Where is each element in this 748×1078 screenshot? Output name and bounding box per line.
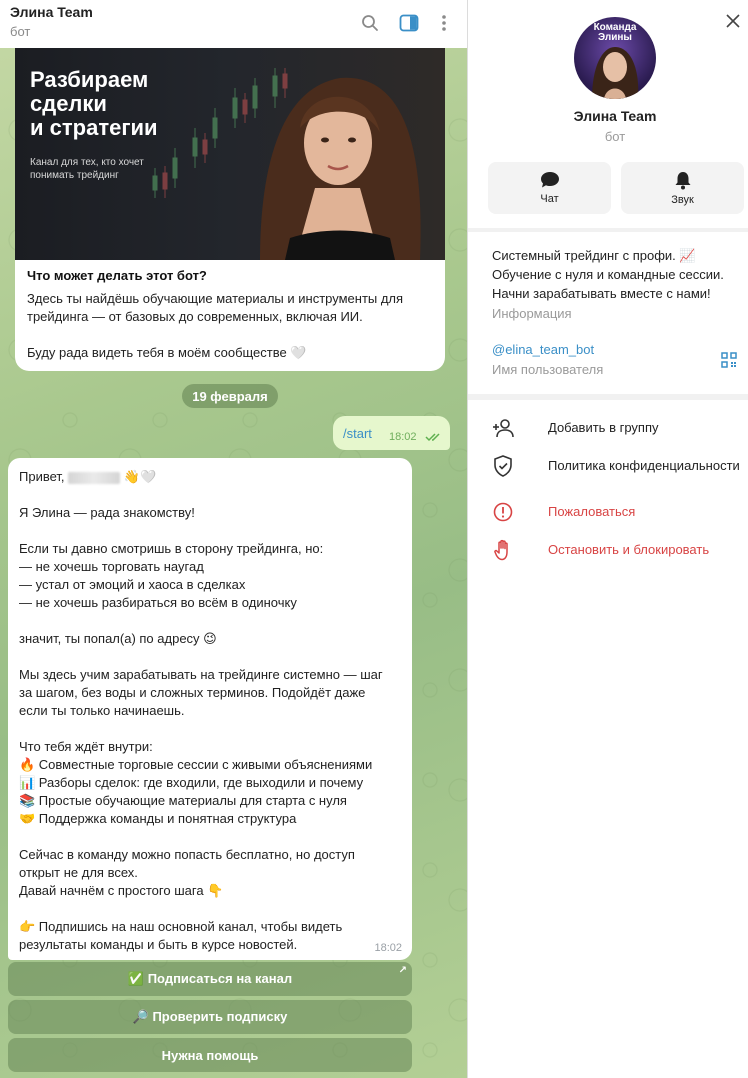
message-line bbox=[19, 720, 404, 738]
profile-menu: Добавить в группу Политика конфиденциаль… bbox=[468, 400, 748, 1078]
sound-button[interactable]: Звук bbox=[621, 162, 744, 214]
need-help-button[interactable]: Нужна помощь bbox=[8, 1038, 412, 1072]
description-label: Информация bbox=[492, 306, 572, 321]
incoming-message-text: Привет, 👋🤍 Я Элина — рада знакомству! Есл… bbox=[19, 468, 404, 954]
intro-hero-image: Разбираем сделки и стратегии Канал для т… bbox=[15, 48, 445, 260]
message-line: 📊 Разборы сделок: где входили, где выход… bbox=[19, 775, 364, 790]
message-time: 18:02 bbox=[389, 431, 417, 443]
privacy-policy-item[interactable]: Политика конфиденциальности bbox=[468, 449, 748, 483]
outgoing-message[interactable]: /start 18:02 bbox=[333, 416, 450, 450]
close-icon[interactable] bbox=[722, 10, 744, 32]
bell-icon bbox=[675, 171, 690, 189]
message-line: 👉 Подпишись на наш основной канал, чтобы… bbox=[19, 919, 343, 934]
more-vertical-icon[interactable] bbox=[431, 10, 457, 36]
message-line: 🤝 Поддержка команды и понятная структура bbox=[19, 811, 297, 826]
stop-and-block-label: Остановить и блокировать bbox=[548, 542, 710, 557]
hidden-username bbox=[68, 471, 121, 484]
message-line bbox=[19, 648, 404, 666]
hero-subtitle: Канал для тех, кто хочет понимать трейди… bbox=[30, 157, 144, 181]
message-line: открыт не для всех. bbox=[19, 865, 138, 880]
message-line: — устал от эмоций и хаоса в сделках bbox=[19, 577, 246, 592]
bot-intro-card: Разбираем сделки и стратегии Канал для т… bbox=[15, 48, 445, 371]
message-line: 🔥 Совместные торговые сессии с живыми об… bbox=[19, 757, 373, 772]
message-line: — не хочешь разбираться во всём в одиноч… bbox=[19, 595, 297, 610]
report-item[interactable]: Пожаловаться bbox=[468, 495, 748, 529]
username-label: Имя пользователя bbox=[492, 362, 604, 377]
message-line: Что тебя ждёт внутри: bbox=[19, 739, 153, 754]
date-separator: 19 февраля bbox=[182, 384, 278, 408]
message-line: 📚 Простые обучающие материалы для старта… bbox=[19, 793, 347, 808]
add-user-icon bbox=[492, 417, 514, 439]
message-line: если ты только начинаешь. bbox=[19, 703, 185, 718]
intro-paragraph: Здесь ты найдёшь обучающие материалы и и… bbox=[27, 291, 404, 324]
double-check-icon bbox=[425, 430, 443, 445]
message-line bbox=[19, 828, 404, 846]
check-subscription-label: 🔎 Проверить подписку bbox=[132, 1009, 288, 1024]
sound-button-label: Звук bbox=[671, 193, 694, 206]
chat-button[interactable]: Чат bbox=[488, 162, 611, 214]
avatar[interactable]: Команда Элины bbox=[574, 17, 656, 99]
profile-header: Команда Элины Элина Team бот Чат Звук bbox=[468, 0, 748, 228]
chat-button-label: Чат bbox=[540, 193, 559, 205]
stop-and-block-item[interactable]: Остановить и блокировать bbox=[468, 533, 748, 567]
privacy-policy-label: Политика конфиденциальности bbox=[548, 458, 740, 473]
bot-description: Системный трейдинг с профи. 📈 Обучение с… bbox=[492, 248, 724, 301]
chat-header[interactable]: Элина Team бот bbox=[0, 0, 467, 48]
message-line: Давай начнём с простого шага 👇 bbox=[19, 883, 224, 898]
shield-check-icon bbox=[492, 455, 514, 477]
message-line: Я Элина — рада знакомству! bbox=[19, 505, 195, 520]
username-link[interactable]: @elina_team_bot bbox=[492, 342, 594, 357]
message-line bbox=[19, 486, 404, 504]
greeting-text: Привет, bbox=[19, 469, 69, 484]
profile-subtitle: бот bbox=[604, 129, 626, 144]
message-line bbox=[19, 612, 404, 630]
message-line: результаты команды и быть в курсе новост… bbox=[19, 937, 298, 952]
message-line bbox=[19, 900, 404, 918]
chat-pane: Элина Team бот Разбираем сделки и страте… bbox=[0, 0, 467, 1078]
check-subscription-button[interactable]: 🔎 Проверить подписку bbox=[8, 1000, 412, 1034]
qr-code-icon[interactable] bbox=[721, 352, 737, 371]
report-label: Пожаловаться bbox=[548, 504, 636, 519]
profile-name: Элина Team bbox=[573, 108, 657, 124]
outgoing-message-text[interactable]: /start bbox=[343, 426, 372, 441]
warning-circle-icon bbox=[492, 501, 514, 523]
intro-paragraph: Буду рада видеть тебя в моём сообществе … bbox=[27, 345, 307, 360]
chat-title[interactable]: Элина Team bbox=[10, 4, 93, 20]
presenter-photo bbox=[260, 77, 421, 260]
avatar-caption: Команда Элины bbox=[593, 22, 637, 43]
chat-bubble-icon bbox=[540, 172, 559, 188]
message-time: 18:02 bbox=[374, 942, 402, 954]
add-to-group-label: Добавить в группу bbox=[548, 420, 659, 435]
message-line bbox=[19, 522, 404, 540]
greeting-emoji: 👋🤍 bbox=[120, 469, 157, 484]
subscribe-channel-label: ✅ Подписаться на канал bbox=[127, 971, 293, 986]
sidebar-toggle-icon[interactable] bbox=[396, 10, 422, 36]
hero-title: Разбираем сделки и стратегии bbox=[30, 67, 158, 140]
add-to-group-item[interactable]: Добавить в группу bbox=[468, 411, 748, 445]
message-line: Если ты давно смотришь в сторону трейдин… bbox=[19, 541, 324, 556]
profile-panel: Команда Элины Элина Team бот Чат Звук Си… bbox=[467, 0, 748, 1078]
message-line: за шагом, без воды и сложных терминов. П… bbox=[19, 685, 366, 700]
message-line: Мы здесь учим зарабатывать на трейдинге … bbox=[19, 667, 383, 682]
intro-heading: Что может делать этот бот? bbox=[27, 268, 207, 283]
message-line: — не хочешь торговать наугад bbox=[19, 559, 204, 574]
subscribe-channel-button[interactable]: ✅ Подписаться на канал ↗ bbox=[8, 962, 412, 996]
profile-info: Системный трейдинг с профи. 📈 Обучение с… bbox=[468, 232, 748, 394]
external-link-icon: ↗ bbox=[398, 965, 407, 976]
need-help-label: Нужна помощь bbox=[161, 1047, 259, 1063]
greeting-line: Привет, 👋🤍 bbox=[19, 468, 404, 486]
message-line: значит, ты попал(а) по адресу 😉 bbox=[19, 631, 217, 646]
message-line: Сейчас в команду можно попасть бесплатно… bbox=[19, 847, 355, 862]
hand-stop-icon bbox=[492, 539, 514, 561]
chat-subtitle: бот bbox=[10, 24, 31, 39]
search-icon[interactable] bbox=[357, 10, 383, 36]
incoming-message[interactable]: Привет, 👋🤍 Я Элина — рада знакомству! Есл… bbox=[8, 458, 412, 960]
